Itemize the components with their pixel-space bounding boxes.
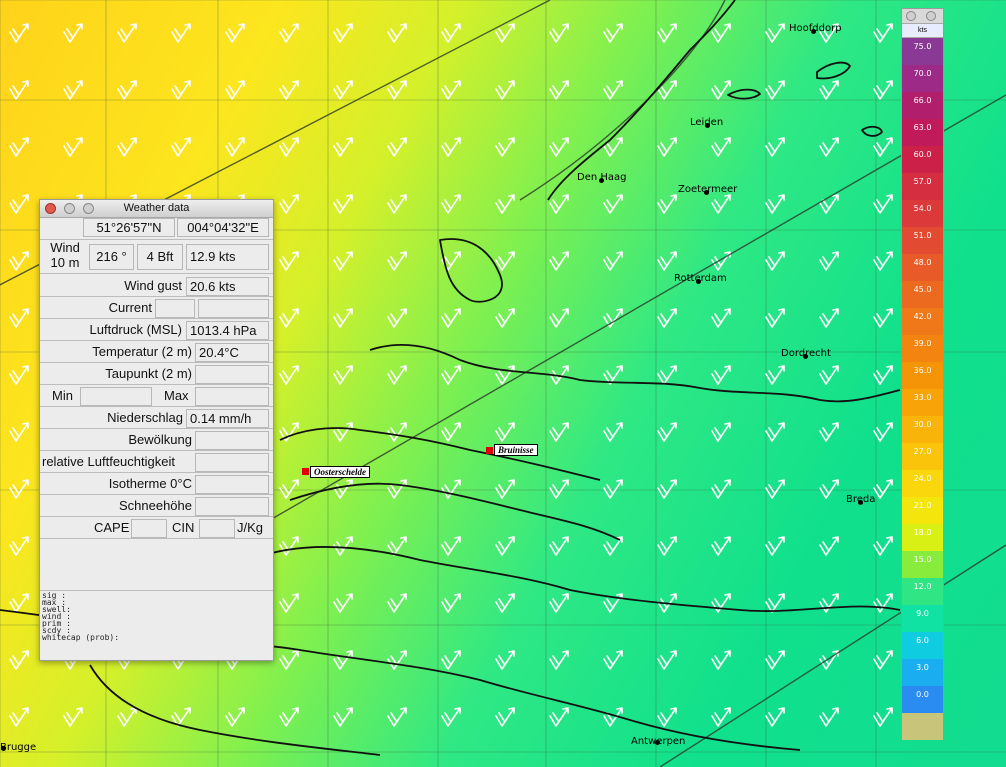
city-dot: [696, 279, 701, 284]
legend-unit: kts: [902, 23, 943, 38]
cloud-label: Bewölkung: [128, 432, 192, 447]
jkg-label: J/Kg: [237, 520, 264, 535]
legend-swatch: 18.0: [902, 524, 943, 551]
legend-close-button[interactable]: [906, 11, 916, 21]
weather-data-panel[interactable]: Weather data 51°26'57"N 004°04'32"E Wind…: [39, 199, 274, 661]
precipitation-value: 0.14 mm/h: [186, 409, 269, 428]
wind-bft-value: 4 Bft: [137, 244, 183, 270]
city-dot: [811, 29, 816, 34]
isotherm-value: [195, 475, 269, 494]
latitude-value: 51°26'57"N: [83, 218, 175, 237]
legend-swatch: 75.0: [902, 38, 943, 65]
legend-swatch: 27.0: [902, 443, 943, 470]
longitude-value: 004°04'32"E: [177, 218, 269, 237]
precipitation-label: Niederschlag: [107, 410, 183, 425]
legend-swatch: 54.0: [902, 200, 943, 227]
marker-oosterschelde-square[interactable]: [302, 468, 309, 475]
legend-swatch: 39.0: [902, 335, 943, 362]
max-value: [195, 387, 269, 406]
min-value: [80, 387, 152, 406]
city-rotterdam[interactable]: Rotterdam: [674, 273, 727, 284]
legend-swatch: 24.0: [902, 470, 943, 497]
legend-swatch: 33.0: [902, 389, 943, 416]
legend-swatch: 30.0: [902, 416, 943, 443]
legend-swatch: 60.0: [902, 146, 943, 173]
dewpoint-label: Taupunkt (2 m): [105, 366, 192, 381]
cape-value: [131, 519, 167, 538]
legend-swatch: 48.0: [902, 254, 943, 281]
legend-swatch: 51.0: [902, 227, 943, 254]
legend-swatch: 45.0: [902, 281, 943, 308]
dewpoint-value: [195, 365, 269, 384]
legend-swatch: 9.0: [902, 605, 943, 632]
max-label: Max: [164, 388, 189, 403]
temperature-label: Temperatur (2 m): [92, 344, 192, 359]
panel-title-bar[interactable]: Weather data: [40, 200, 273, 218]
city-zoetermeer[interactable]: Zoetermeer: [678, 184, 737, 195]
marker-oosterschelde-label[interactable]: Oosterschelde: [310, 466, 370, 478]
panel-title: Weather data: [123, 202, 190, 214]
wind-speed-legend[interactable]: kts 75.0 70.0 66.0 63.0 60.0 57.0 54.0 51.0 48.0…: [901, 8, 944, 740]
legend-swatch: 12.0: [902, 578, 943, 605]
legend-swatch: 57.0: [902, 173, 943, 200]
city-leiden[interactable]: Leiden: [690, 117, 723, 128]
temperature-value: 20.4°C: [195, 343, 269, 362]
legend-swatch: 15.0: [902, 551, 943, 578]
isotherm-label: Isotherme 0°C: [108, 476, 192, 491]
wind-speed-value: 12.9 kts: [186, 244, 269, 270]
city-dot: [599, 178, 604, 183]
legend-title-bar[interactable]: [902, 9, 943, 23]
legend-zoom-button[interactable]: [926, 11, 936, 21]
legend-swatch: 63.0: [902, 119, 943, 146]
cin-value: [199, 519, 235, 538]
marker-bruinisse-label[interactable]: Bruinisse: [494, 444, 538, 456]
legend-swatch: [902, 713, 943, 740]
city-hoofddorp[interactable]: Hoofddorp: [789, 23, 842, 34]
city-brugge[interactable]: Brugge: [0, 742, 36, 753]
city-dordrecht[interactable]: Dordrecht: [781, 348, 831, 359]
legend-swatch: 66.0: [902, 92, 943, 119]
city-dot: [704, 190, 709, 195]
city-dot: [803, 354, 808, 359]
wind-gust-label: Wind gust: [124, 278, 182, 293]
wave-line: whitecap (prob):: [42, 633, 120, 642]
current-value-2: [198, 299, 269, 318]
cloud-value: [195, 431, 269, 450]
city-dot: [705, 123, 710, 128]
min-label: Min: [52, 388, 73, 403]
city-antwerpen[interactable]: Antwerpen: [631, 736, 685, 747]
legend-swatch: 42.0: [902, 308, 943, 335]
legend-swatch: 21.0: [902, 497, 943, 524]
city-dot: [858, 500, 863, 505]
legend-swatch: 6.0: [902, 632, 943, 659]
city-dot: [655, 740, 660, 745]
city-breda[interactable]: Breda: [846, 494, 875, 505]
current-label: Current: [108, 300, 152, 315]
city-den-haag[interactable]: Den Haag: [577, 172, 627, 183]
cape-label: CAPE: [94, 520, 130, 535]
legend-swatch: 0.0: [902, 686, 943, 713]
humidity-label: relative Luftfeuchtigkeit: [42, 454, 175, 469]
legend-swatch: 70.0: [902, 65, 943, 92]
current-value-1: [155, 299, 195, 318]
legend-swatch: 3.0: [902, 659, 943, 686]
wind-gust-value: 20.6 kts: [186, 277, 269, 296]
snow-depth-label: Schneehöhe: [118, 498, 192, 513]
city-dot: [1, 746, 6, 751]
legend-swatch: 36.0: [902, 362, 943, 389]
humidity-value: [195, 453, 269, 472]
marker-bruinisse-square[interactable]: [486, 447, 493, 454]
wind-height-label: 10 m: [50, 255, 80, 270]
wind-direction-value: 216 °: [89, 244, 134, 270]
snow-depth-value: [195, 497, 269, 516]
pressure-label: Luftdruck (MSL): [89, 322, 182, 337]
pressure-value: 1013.4 hPa: [186, 321, 269, 340]
cin-label: CIN: [172, 520, 195, 535]
